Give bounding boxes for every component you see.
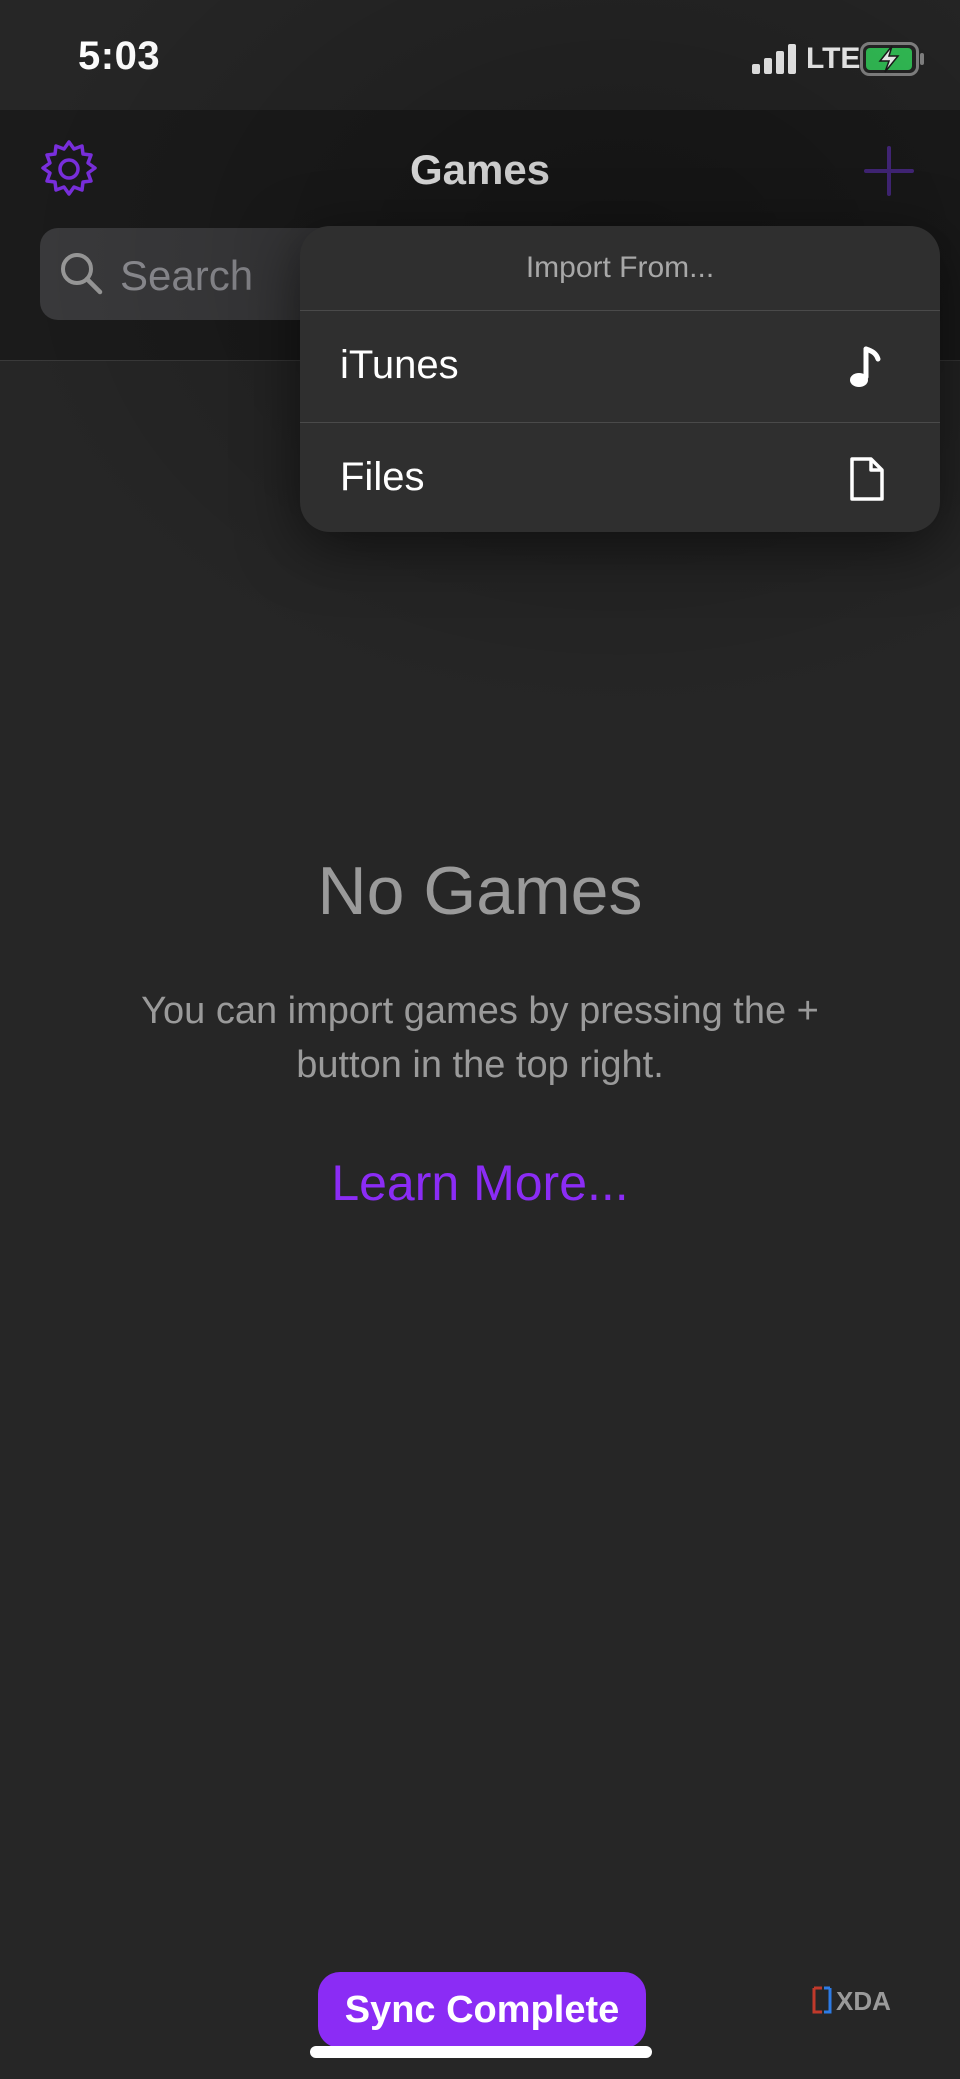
menu-item-label: Files <box>340 455 425 499</box>
sync-status-toast: Sync Complete <box>318 1972 646 2048</box>
svg-text:XDA: XDA <box>836 1986 891 2016</box>
battery-charging-icon <box>860 42 924 76</box>
status-time: 5:03 <box>78 34 161 78</box>
empty-state-title: No Games <box>317 853 643 929</box>
status-bar: 5:03 LTE <box>0 0 960 110</box>
network-label: LTE <box>806 42 861 75</box>
search-icon <box>61 253 103 295</box>
document-icon <box>850 457 884 501</box>
plus-icon[interactable] <box>862 144 916 198</box>
import-menu: Import From... iTunes Files <box>300 226 940 532</box>
signal-bars-icon <box>752 44 796 74</box>
home-indicator[interactable] <box>310 2046 652 2058</box>
learn-more-link[interactable]: Learn More... <box>0 1154 960 1212</box>
menu-item-label: iTunes <box>340 343 459 387</box>
search-placeholder: Search <box>120 252 254 299</box>
xda-watermark-logo: XDA <box>812 1986 891 2016</box>
import-menu-header: Import From... <box>300 226 940 311</box>
music-note-icon <box>850 346 881 387</box>
page-title: Games <box>409 146 551 193</box>
import-itunes-item[interactable]: iTunes <box>300 311 940 423</box>
import-files-item[interactable]: Files <box>300 423 940 532</box>
empty-state-message: You can import games by pressing the + b… <box>141 990 819 1086</box>
